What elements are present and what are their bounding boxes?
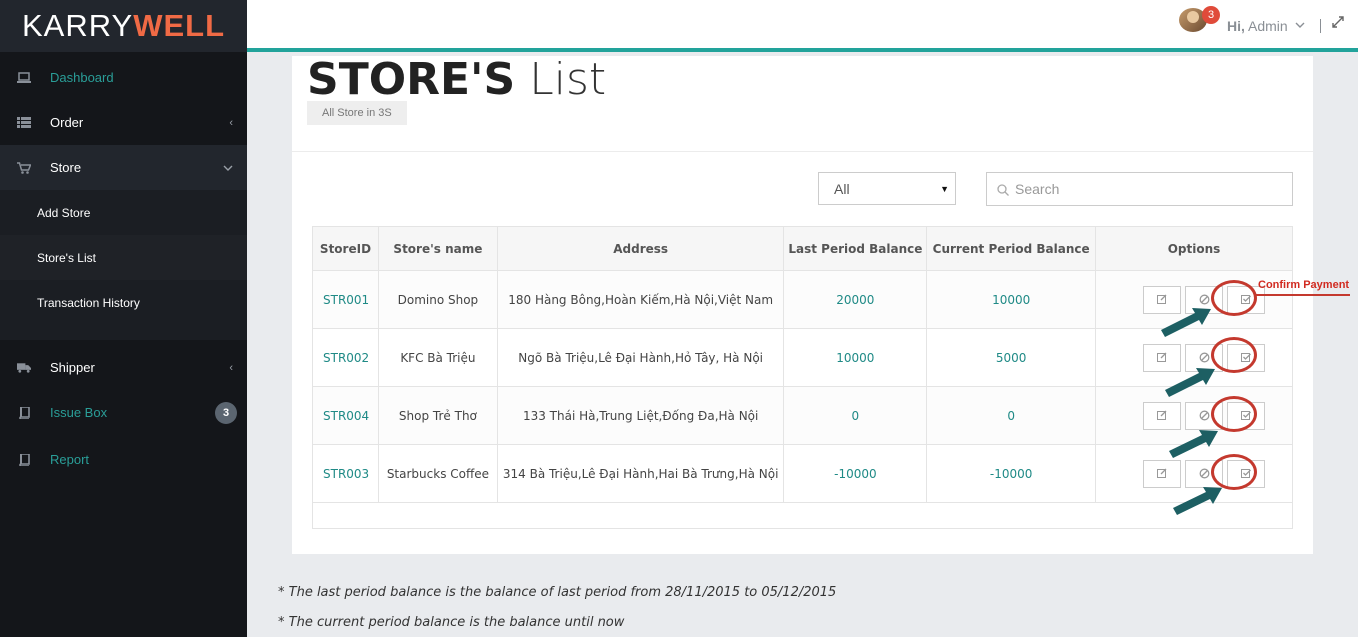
store-submenu: Add Store Store's List Transaction Histo… xyxy=(0,190,247,340)
topbar: 3 Hi, Admin xyxy=(247,0,1358,52)
store-address: 133 Thái Hà,Trung Liệt,Đống Đa,Hà Nội xyxy=(496,386,785,445)
issue-count-badge: 3 xyxy=(215,401,237,424)
arrow-icon xyxy=(1173,487,1222,515)
search-icon xyxy=(997,183,1009,196)
sidebar-subitem-transaction-history[interactable]: Transaction History xyxy=(0,280,247,325)
arrow-icon xyxy=(1161,308,1211,337)
store-name: KFC Bà Triệu xyxy=(377,328,498,387)
subitem-label: Store's List xyxy=(37,250,96,265)
store-id-link[interactable]: STR003 xyxy=(312,444,379,503)
col-current-period-balance[interactable]: Current Period Balance xyxy=(926,226,1097,271)
store-name: Starbucks Coffee xyxy=(377,444,498,503)
breadcrumb[interactable]: All Store in 3S xyxy=(307,101,407,125)
cart-icon xyxy=(17,161,31,174)
chevron-left-icon: ‹ xyxy=(229,361,233,374)
table-header: StoreID Store's name Address Last Period… xyxy=(312,226,1293,271)
chevron-left-icon: ‹ xyxy=(229,116,233,129)
store-address: Ngõ Bà Triệu,Lê Đại Hành,Hỏ Tây, Hà Nội xyxy=(496,328,785,387)
last-period-balance[interactable]: 20000 xyxy=(783,270,928,329)
store-id-link[interactable]: STR002 xyxy=(312,328,379,387)
sidebar-item-label: Dashboard xyxy=(50,70,114,85)
col-address[interactable]: Address xyxy=(496,226,785,271)
subitem-label: Add Store xyxy=(37,205,91,220)
greeting: Hi, xyxy=(1227,18,1245,34)
sidebar-item-store[interactable]: Store xyxy=(0,145,247,190)
notification-badge[interactable]: 3 xyxy=(1202,6,1220,24)
chevron-down-icon[interactable] xyxy=(1295,17,1305,31)
current-period-balance[interactable]: 10000 xyxy=(926,270,1097,329)
page-title: STORE'S List xyxy=(307,54,606,105)
table-row: STR004 Shop Trẻ Thơ 133 Thái Hà,Trung Li… xyxy=(312,386,1293,445)
book-icon xyxy=(17,453,31,466)
sidebar-item-label: Store xyxy=(50,160,82,175)
list-icon xyxy=(17,117,31,129)
table-row: STR002 KFC Bà Triệu Ngõ Bà Triệu,Lê Đại … xyxy=(312,328,1293,387)
store-name: Domino Shop xyxy=(377,270,498,329)
sidebar-item-label: Report xyxy=(50,452,90,467)
stores-table: StoreID Store's name Address Last Period… xyxy=(312,226,1293,529)
col-last-period-balance[interactable]: Last Period Balance xyxy=(783,226,928,271)
truck-icon xyxy=(17,362,31,374)
sidebar-subitem-stores-list[interactable]: Store's List xyxy=(0,235,247,280)
sidebar-item-label: Shipper xyxy=(50,360,95,375)
arrow-icon xyxy=(1165,368,1215,397)
store-address: 180 Hàng Bông,Hoàn Kiếm,Hà Nội,Việt Nam xyxy=(496,270,785,329)
annotation-underline xyxy=(1256,294,1350,296)
sidebar-item-label: Order xyxy=(50,115,84,130)
user-menu[interactable]: Hi, Admin xyxy=(1227,18,1288,34)
chevron-down-icon xyxy=(223,162,233,174)
empty-cell xyxy=(312,502,1293,529)
table-footer-row xyxy=(312,502,1293,529)
search-input[interactable]: Search xyxy=(986,172,1293,206)
col-options: Options xyxy=(1095,226,1293,271)
store-filter-select[interactable]: All ▼ xyxy=(818,172,956,205)
footnote-current-period: * The current period balance is the bala… xyxy=(278,615,625,630)
sidebar-item-dashboard[interactable]: Dashboard xyxy=(0,55,247,100)
annotation-arrows xyxy=(1161,308,1222,515)
divider xyxy=(292,151,1313,152)
sidebar-item-report[interactable]: Report xyxy=(0,437,247,482)
sidebar-item-label: Issue Box xyxy=(50,405,108,420)
footnote-last-period: * The last period balance is the balance… xyxy=(278,585,837,600)
laptop-icon xyxy=(17,72,31,84)
store-address: 314 Bà Triệu,Lê Đại Hành,Hai Bà Trưng,Hà… xyxy=(496,444,785,503)
store-id-link[interactable]: STR004 xyxy=(312,386,379,445)
sidebar-item-shipper[interactable]: Shipper ‹ xyxy=(0,345,247,390)
table-row: STR001 Domino Shop 180 Hàng Bông,Hoàn Ki… xyxy=(312,270,1293,329)
last-period-balance[interactable]: 0 xyxy=(783,386,928,445)
col-store-id[interactable]: StoreID xyxy=(312,226,379,271)
page-title-light: List xyxy=(529,54,607,105)
book-icon xyxy=(17,406,31,419)
divider xyxy=(1320,19,1321,33)
search-placeholder: Search xyxy=(1015,181,1060,197)
confirm-payment-annotation: Confirm Payment xyxy=(1258,279,1350,291)
expand-icon[interactable] xyxy=(1332,16,1344,32)
select-value: All xyxy=(834,180,850,197)
sidebar-item-order[interactable]: Order ‹ xyxy=(0,100,247,145)
sidebar: KARRY WELL Dashboard Order ‹ Store Add St… xyxy=(0,0,247,637)
brand-part2: WELL xyxy=(133,8,226,43)
dropdown-arrow-icon: ▼ xyxy=(940,183,949,194)
sidebar-item-issue-box[interactable]: Issue Box 3 xyxy=(0,390,247,435)
col-store-name[interactable]: Store's name xyxy=(377,226,498,271)
last-period-balance[interactable]: -10000 xyxy=(783,444,928,503)
subitem-label: Transaction History xyxy=(37,295,140,310)
store-id-link[interactable]: STR001 xyxy=(312,270,379,329)
page-title-bold: STORE'S xyxy=(307,54,516,105)
last-period-balance[interactable]: 10000 xyxy=(783,328,928,387)
brand-logo[interactable]: KARRY WELL xyxy=(0,0,247,52)
store-name: Shop Trẻ Thơ xyxy=(377,386,498,445)
user-name: Admin xyxy=(1248,18,1288,34)
current-period-balance[interactable]: 5000 xyxy=(926,328,1097,387)
table-row: STR003 Starbucks Coffee 314 Bà Triệu,Lê … xyxy=(312,444,1293,503)
current-period-balance[interactable]: -10000 xyxy=(926,444,1097,503)
brand-part1: KARRY xyxy=(21,8,134,43)
arrow-icon xyxy=(1169,430,1218,458)
sidebar-subitem-add-store[interactable]: Add Store xyxy=(0,190,247,235)
current-period-balance[interactable]: 0 xyxy=(926,386,1097,445)
